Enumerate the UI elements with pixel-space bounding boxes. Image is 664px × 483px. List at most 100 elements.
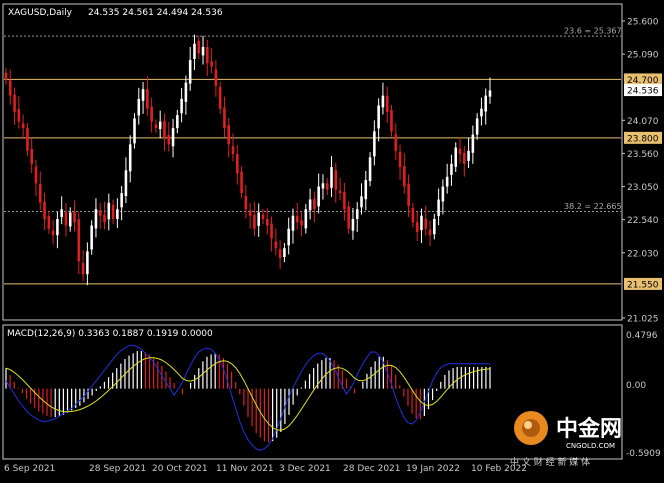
candle-body-66 <box>287 228 290 246</box>
candle-body-38 <box>167 134 171 145</box>
candle-body-85 <box>368 157 372 182</box>
candle-body-75 <box>325 183 329 190</box>
candle-body-6 <box>30 148 33 164</box>
candle-body-33 <box>146 89 149 109</box>
candle-body-37 <box>163 120 166 138</box>
candle-body-35 <box>154 124 158 129</box>
candle-body-24 <box>107 202 111 220</box>
candle-body-95 <box>411 207 415 223</box>
macd-label: MACD(12,26,9) 0.3363 0.1887 0.1919 0.000… <box>7 329 213 339</box>
candle-body-22 <box>98 210 102 216</box>
trading-chart-window[interactable]: 24.700 23.800 21.550 23.6 = 25.367 38.2 = 22… <box>0 0 664 479</box>
candle-body-1 <box>8 80 12 96</box>
price-tick-3: 23.560 <box>627 150 659 160</box>
candle-body-84 <box>364 180 368 200</box>
candle-body-9 <box>43 201 46 219</box>
candle-body-34 <box>150 106 153 122</box>
price-tick-1: 25.090 <box>627 51 659 61</box>
price-panel-frame <box>2 3 623 321</box>
candle-body-41 <box>180 98 183 114</box>
candle-body-18 <box>81 263 85 275</box>
date-tick-0: 6 Sep 2021 <box>4 464 55 474</box>
candle-body-72 <box>313 198 316 210</box>
candle-body-27 <box>120 193 123 208</box>
candle-body-105 <box>454 147 458 167</box>
candle-body-102 <box>441 186 445 202</box>
candle-body-26 <box>116 209 119 219</box>
candle-body-44 <box>193 43 196 59</box>
level-tag-label-1: 23.800 <box>627 134 659 144</box>
candle-body-93 <box>403 166 406 187</box>
candle-body-0 <box>4 72 8 80</box>
candle-body-16 <box>73 211 76 223</box>
candle-body-49 <box>214 69 218 86</box>
candle-body-60 <box>261 214 265 219</box>
candle-body-30 <box>133 118 136 144</box>
candle-body-83 <box>360 196 363 208</box>
candle-body-106 <box>458 148 462 155</box>
macd-axis-top: 0.4796 <box>626 331 658 341</box>
watermark-logo <box>514 411 548 445</box>
candle-body-99 <box>428 229 432 236</box>
candle-body-21 <box>94 209 98 229</box>
candle-body-94 <box>407 183 410 207</box>
candle-body-57 <box>248 210 252 216</box>
candle-body-42 <box>184 82 188 102</box>
candle-body-29 <box>128 144 132 172</box>
candle-body-2 <box>13 94 16 112</box>
candle-body-39 <box>171 128 175 147</box>
candle-body-80 <box>347 206 350 229</box>
date-tick-4: 3 Dec 2021 <box>279 464 331 474</box>
candle-body-48 <box>210 61 213 67</box>
date-tick-6: 19 Jan 2022 <box>406 464 460 474</box>
candle-body-10 <box>47 216 51 229</box>
fibo-label-4: 38.2 = 22.665 <box>564 202 622 211</box>
watermark-brand: 中金网 <box>556 416 622 442</box>
candle-body-19 <box>86 251 89 275</box>
level-tag-label-2: 21.550 <box>627 280 659 290</box>
price-tick-7: 21.025 <box>627 315 659 325</box>
watermark-tagline: 中 文 财 经 新 媒 体 <box>510 456 590 468</box>
date-tick-1: 28 Sep 2021 <box>89 464 146 474</box>
candle-body-28 <box>124 170 128 196</box>
candle-body-73 <box>317 186 320 207</box>
candle-body-23 <box>103 214 106 223</box>
candle-body-101 <box>437 199 440 217</box>
candle-body-103 <box>445 176 449 187</box>
candle-body-113 <box>488 90 492 97</box>
candle-body-110 <box>475 118 479 135</box>
candle-body-53 <box>231 146 235 155</box>
candle-body-77 <box>334 169 338 190</box>
candle-body-82 <box>355 209 359 219</box>
price-tick-6: 22.030 <box>627 249 659 259</box>
fibo-label-3: 23.6 = 25.367 <box>564 27 622 36</box>
date-tick-2: 20 Oct 2021 <box>152 464 208 474</box>
candle-body-111 <box>480 108 483 117</box>
candle-body-40 <box>176 115 179 129</box>
candle-body-88 <box>381 95 385 108</box>
candle-body-20 <box>90 225 93 250</box>
candle-body-108 <box>467 150 470 161</box>
candle-body-55 <box>240 171 243 194</box>
candle-body-71 <box>308 199 312 211</box>
price-chart[interactable]: 24.70023.80021.55023.6 = 25.36738.2 = 22… <box>0 0 664 479</box>
candle-body-36 <box>158 121 162 130</box>
candle-body-79 <box>343 192 346 210</box>
candle-body-61 <box>265 219 269 226</box>
candle-body-100 <box>433 219 436 235</box>
candle-body-87 <box>377 105 380 129</box>
candle-body-97 <box>420 215 423 231</box>
current-price-label: 24.536 <box>627 87 659 97</box>
candle-body-64 <box>278 249 282 258</box>
candle-body-12 <box>56 219 59 236</box>
candle-body-104 <box>450 163 453 175</box>
logo-highlight-icon <box>524 421 532 429</box>
candle-body-5 <box>26 128 29 151</box>
candle-body-62 <box>270 223 273 239</box>
candle-body-68 <box>295 215 299 223</box>
candle-body-7 <box>34 166 38 184</box>
axis-layer: 25.600 25.090 24.070 23.560 23.050 22.540 22.0… <box>4 18 662 474</box>
candle-body-58 <box>253 214 256 229</box>
candle-body-86 <box>373 131 376 157</box>
candle-body-32 <box>141 89 145 101</box>
